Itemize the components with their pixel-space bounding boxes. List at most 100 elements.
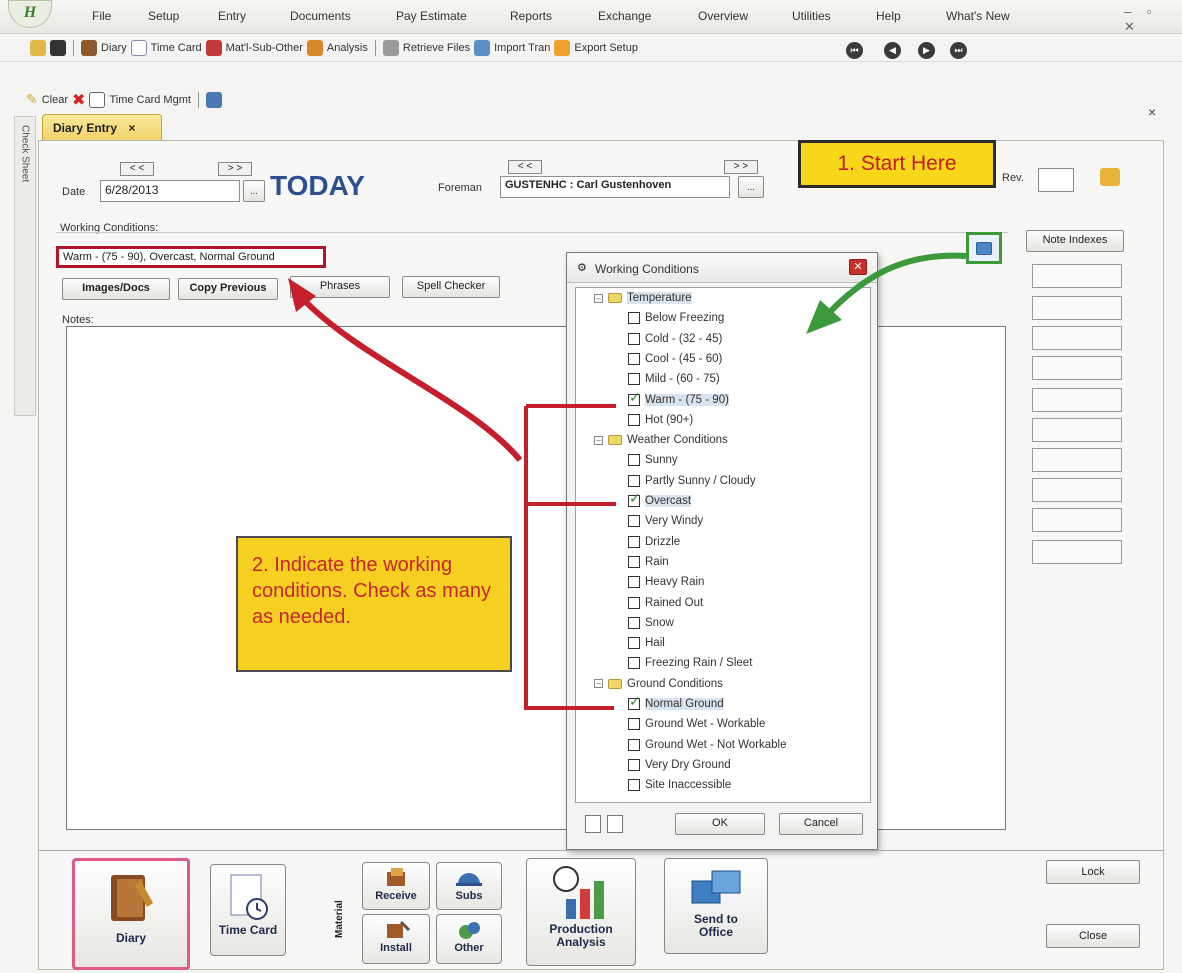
- checkbox-icon[interactable]: [628, 373, 640, 386]
- lock-icon[interactable]: [1100, 168, 1120, 186]
- condition-item[interactable]: Ground Wet - Workable: [628, 718, 765, 731]
- condition-item[interactable]: Drizzle: [628, 535, 680, 548]
- note-index-slot[interactable]: [1032, 478, 1122, 502]
- menu-documents[interactable]: Documents: [290, 9, 351, 23]
- collapse-icon[interactable]: –: [594, 679, 603, 689]
- checkbox-icon[interactable]: [628, 312, 640, 325]
- checkbox-icon[interactable]: [628, 738, 640, 751]
- menu-file[interactable]: File: [92, 9, 111, 23]
- panel-close-icon[interactable]: ×: [1148, 104, 1156, 120]
- foreman-next-button[interactable]: > >: [724, 160, 758, 174]
- date-next-button[interactable]: > >: [218, 162, 252, 176]
- checkbox-icon[interactable]: [628, 454, 640, 467]
- subs-button[interactable]: Subs: [436, 862, 502, 910]
- toolbar-time-card-mgmt[interactable]: Time Card Mgmt: [109, 94, 191, 106]
- checkbox-checked-icon[interactable]: [628, 491, 641, 507]
- install-button[interactable]: Install: [362, 914, 430, 964]
- checkbox-icon[interactable]: [628, 352, 640, 365]
- note-index-slot[interactable]: [1032, 388, 1122, 412]
- check-sheet-strip[interactable]: Check Sheet: [14, 116, 36, 416]
- menu-setup[interactable]: Setup: [148, 9, 179, 23]
- condition-item[interactable]: Mild - (60 - 75): [628, 373, 720, 386]
- collapse-icon[interactable]: –: [594, 293, 603, 303]
- menu-pay-estimate[interactable]: Pay Estimate: [396, 9, 467, 23]
- working-conditions-picker-button[interactable]: [966, 232, 1002, 264]
- foreman-lookup-button[interactable]: ...: [738, 176, 764, 198]
- condition-group[interactable]: – Weather Conditions: [594, 434, 728, 446]
- dialog-cancel-button[interactable]: Cancel: [779, 813, 863, 835]
- checkbox-icon[interactable]: [628, 718, 640, 731]
- condition-item[interactable]: Cool - (45 - 60): [628, 352, 722, 365]
- receive-button[interactable]: Receive: [362, 862, 430, 910]
- note-index-slot[interactable]: [1032, 264, 1122, 288]
- checkbox-checked-icon[interactable]: [628, 694, 641, 710]
- note-index-slot[interactable]: [1032, 508, 1122, 532]
- time-card-button[interactable]: Time Card: [210, 864, 286, 956]
- tab-diary-entry[interactable]: Diary Entry ×: [42, 114, 162, 140]
- menu-exchange[interactable]: Exchange: [598, 9, 651, 23]
- phrases-button[interactable]: Phrases: [290, 276, 390, 298]
- condition-item[interactable]: Sunny: [628, 454, 678, 467]
- note-indexes-button[interactable]: Note Indexes: [1026, 230, 1124, 252]
- checkbox-checked-icon[interactable]: [628, 390, 641, 406]
- checkbox-icon[interactable]: [628, 413, 640, 426]
- condition-item[interactable]: Ground Wet - Not Workable: [628, 738, 786, 751]
- checkbox-icon[interactable]: [628, 637, 640, 650]
- tab-close-icon[interactable]: ×: [128, 121, 135, 135]
- checkbox-icon[interactable]: [628, 535, 640, 548]
- condition-group[interactable]: – Ground Conditions: [594, 678, 723, 690]
- checkbox-icon[interactable]: [628, 596, 640, 609]
- date-picker-button[interactable]: ...: [243, 180, 265, 202]
- send-to-office-button[interactable]: Send to Office: [664, 858, 768, 954]
- toolbar-analysis[interactable]: Analysis: [327, 42, 368, 54]
- condition-group[interactable]: – Temperature: [594, 292, 692, 304]
- condition-item[interactable]: Normal Ground: [628, 694, 724, 710]
- condition-item[interactable]: Below Freezing: [628, 312, 724, 325]
- note-index-slot[interactable]: [1032, 448, 1122, 472]
- spell-checker-button[interactable]: Spell Checker: [402, 276, 500, 298]
- dialog-ok-button[interactable]: OK: [675, 813, 765, 835]
- note-index-slot[interactable]: [1032, 418, 1122, 442]
- copy-previous-button[interactable]: Copy Previous: [178, 278, 278, 300]
- foreman-prev-button[interactable]: < <: [508, 160, 542, 174]
- save-icon[interactable]: [50, 40, 66, 56]
- checkbox-icon[interactable]: [628, 474, 640, 487]
- toolbar-time-card[interactable]: Time Card: [151, 42, 202, 54]
- condition-item[interactable]: Cold - (32 - 45): [628, 332, 722, 345]
- condition-item[interactable]: Partly Sunny / Cloudy: [628, 474, 756, 487]
- checkbox-icon[interactable]: [628, 576, 640, 589]
- production-analysis-button[interactable]: Production Analysis: [526, 858, 636, 966]
- window-controls[interactable]: – ▫ ✕: [1124, 4, 1182, 35]
- condition-item[interactable]: Freezing Rain / Sleet: [628, 657, 752, 670]
- note-index-slot[interactable]: [1032, 540, 1122, 564]
- checkbox-icon[interactable]: [628, 758, 640, 771]
- menu-overview[interactable]: Overview: [698, 9, 748, 23]
- menu-reports[interactable]: Reports: [510, 9, 552, 23]
- toolbar-diary[interactable]: Diary: [101, 42, 127, 54]
- note-index-slot[interactable]: [1032, 326, 1122, 350]
- toolbar-export-setup[interactable]: Export Setup: [574, 42, 638, 54]
- collapse-icon[interactable]: –: [594, 435, 603, 445]
- condition-item[interactable]: Overcast: [628, 491, 692, 507]
- rev-field[interactable]: [1038, 168, 1074, 192]
- foreman-field[interactable]: GUSTENHC : Carl Gustenhoven: [500, 176, 730, 198]
- last-record-icon[interactable]: ⏭: [950, 42, 967, 59]
- condition-item[interactable]: Very Windy: [628, 515, 703, 528]
- menu-help[interactable]: Help: [876, 9, 901, 23]
- lock-button[interactable]: Lock: [1046, 860, 1140, 884]
- images-docs-button[interactable]: Images/Docs: [62, 278, 170, 300]
- next-record-icon[interactable]: ▶: [918, 42, 935, 59]
- condition-item[interactable]: Site Inaccessible: [628, 779, 731, 792]
- prev-record-icon[interactable]: ◀: [884, 42, 901, 59]
- menu-whats-new[interactable]: What's New: [946, 9, 1010, 23]
- checkbox-icon[interactable]: [628, 657, 640, 670]
- diary-button[interactable]: Diary: [72, 858, 190, 970]
- condition-item[interactable]: Heavy Rain: [628, 576, 704, 589]
- working-conditions-field[interactable]: Warm - (75 - 90), Overcast, Normal Groun…: [56, 246, 326, 268]
- checkbox-icon[interactable]: [628, 616, 640, 629]
- delete-icon[interactable]: ✖: [72, 90, 85, 109]
- condition-item[interactable]: Warm - (75 - 90): [628, 390, 729, 406]
- folder-icon[interactable]: [30, 40, 46, 56]
- report-icon[interactable]: [205, 91, 222, 108]
- note-index-slot[interactable]: [1032, 296, 1122, 320]
